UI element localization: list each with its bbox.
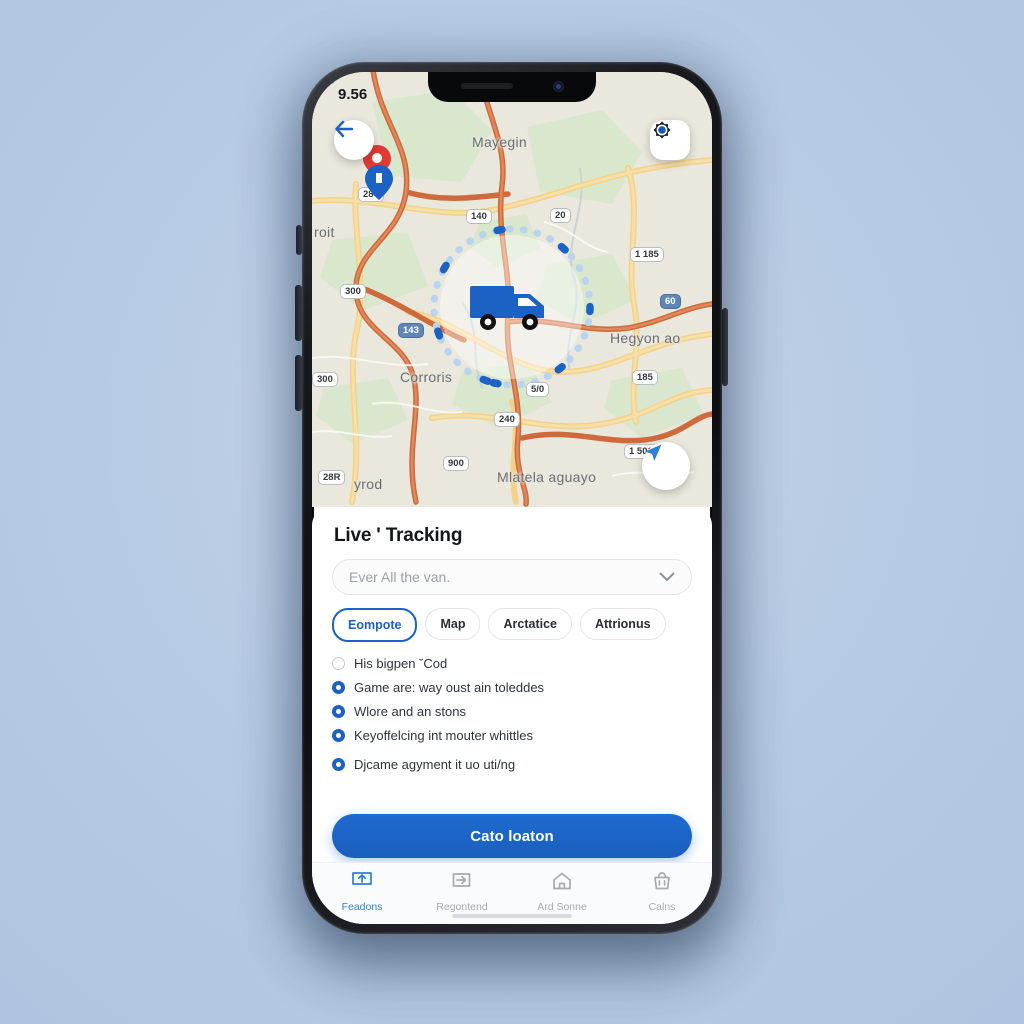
back-arrow-icon xyxy=(335,120,354,138)
radio-selected-icon[interactable] xyxy=(332,681,345,694)
bottom-sheet: Live ' Tracking Ever All the van. Eompot… xyxy=(312,507,712,924)
status-bar-time: 9.56 xyxy=(338,85,368,103)
back-button[interactable] xyxy=(334,120,374,160)
option-row[interactable]: Wlore and an stons xyxy=(332,704,692,719)
phone-power-button[interactable] xyxy=(722,308,728,386)
phone-volume-down-button[interactable] xyxy=(295,355,302,411)
destination-pin-icon[interactable] xyxy=(364,164,394,204)
screen: Mayegin roit Corroris Hegyon ao Mlatela agua… xyxy=(0,0,1024,1024)
locate-me-button[interactable] xyxy=(650,120,690,160)
option-row[interactable]: His bigpen ˇCod xyxy=(332,656,692,671)
filter-chip-2[interactable]: Arctatice xyxy=(488,608,572,640)
tab-ard-sonne[interactable]: Ard Sonne xyxy=(512,871,612,913)
tab-calns[interactable]: Calns xyxy=(612,871,712,913)
filter-chip-label: Map xyxy=(440,617,466,631)
map-view[interactable]: Mayegin roit Corroris Hegyon ao Mlatela agua… xyxy=(312,72,712,507)
filter-chip-3[interactable]: Attrionus xyxy=(579,608,666,640)
folder-arrow-icon xyxy=(451,871,473,896)
home-icon xyxy=(551,871,573,896)
tab-label: Calns xyxy=(648,901,676,913)
vehicle-select[interactable]: Ever All the van. xyxy=(332,559,692,595)
option-label: Game are: way oust ain toleddes xyxy=(354,680,545,695)
navigate-fab-button[interactable] xyxy=(642,442,690,490)
phone-screen: Mayegin roit Corroris Hegyon ao Mlatela agua… xyxy=(312,72,712,924)
radio-selected-icon[interactable] xyxy=(332,758,345,771)
vehicle-select-value: Ever All the van. xyxy=(349,569,451,585)
option-row[interactable]: Keyoffelcing int mouter whittles xyxy=(332,728,692,743)
shopping-basket-icon xyxy=(651,871,673,896)
tab-feadons[interactable]: Feadons xyxy=(312,871,412,913)
filter-chip-group: Eompote Map Arctatice Attrionus xyxy=(332,608,692,642)
primary-cta-label: Cato loaton xyxy=(470,827,554,845)
page-title: Live ' Tracking xyxy=(334,525,463,546)
home-indicator xyxy=(452,914,572,918)
filter-chip-0[interactable]: Eompote xyxy=(332,608,418,642)
inbox-tray-icon xyxy=(351,871,373,896)
locate-compass-icon xyxy=(653,121,671,139)
option-label: Wlore and an stons xyxy=(354,704,467,719)
tab-label: Ard Sonne xyxy=(537,901,587,913)
tab-label: Regontend xyxy=(436,901,488,913)
option-row[interactable]: Djcame agyment it uo uti/ng xyxy=(332,757,692,772)
radio-selected-icon[interactable] xyxy=(332,729,345,742)
battery-icon xyxy=(312,72,337,84)
delivery-truck-icon[interactable] xyxy=(468,278,556,336)
option-label: Keyoffelcing int mouter whittles xyxy=(354,728,533,743)
navigation-arrow-icon xyxy=(645,444,662,461)
device-notch xyxy=(428,72,596,102)
filter-chip-label: Arctatice xyxy=(503,617,557,631)
phone-device-frame: Mayegin roit Corroris Hegyon ao Mlatela agua… xyxy=(302,62,722,934)
filter-chip-label: Eompote xyxy=(348,618,402,632)
earpiece-speaker xyxy=(460,83,513,89)
radio-selected-icon[interactable] xyxy=(332,705,345,718)
phone-volume-up-button[interactable] xyxy=(295,285,302,341)
option-row[interactable]: Game are: way oust ain toleddes xyxy=(332,680,692,695)
option-list: His bigpen ˇCod Game are: way oust ain to… xyxy=(332,656,692,772)
tab-regontend[interactable]: Regontend xyxy=(412,871,512,913)
filter-chip-label: Attrionus xyxy=(594,617,651,631)
chevron-down-icon xyxy=(659,572,675,581)
option-label: His bigpen ˇCod xyxy=(354,656,448,671)
front-camera-icon xyxy=(552,80,564,92)
primary-cta-button[interactable]: Cato loaton xyxy=(332,814,692,858)
radio-unselected-icon[interactable] xyxy=(332,657,345,670)
filter-chip-1[interactable]: Map xyxy=(425,608,481,640)
tab-label: Feadons xyxy=(341,901,383,913)
option-label: Djcame agyment it uo uti/ng xyxy=(354,757,516,772)
